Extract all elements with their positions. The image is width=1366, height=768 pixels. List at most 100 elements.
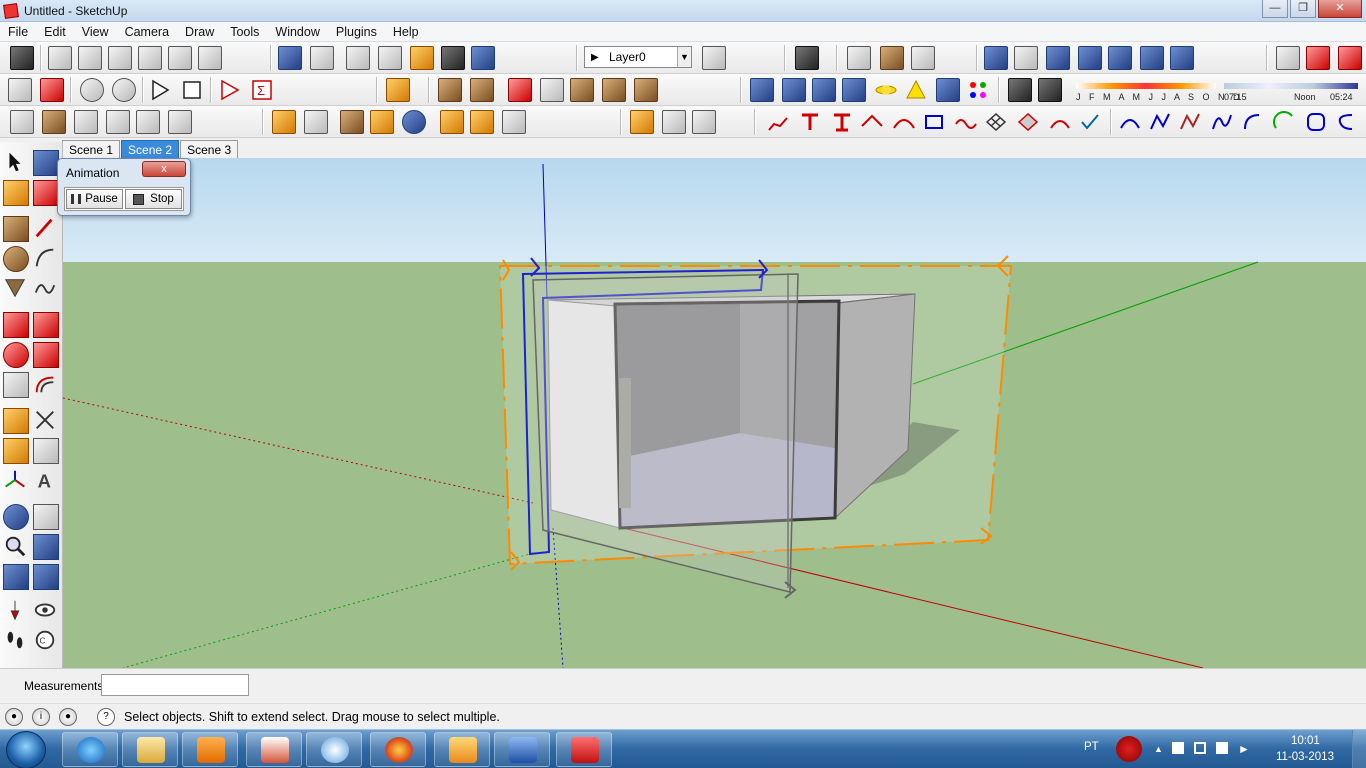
menu-help[interactable]: Help	[385, 25, 427, 39]
light-bulb-icon[interactable]	[842, 78, 866, 102]
stop-icon[interactable]	[180, 78, 204, 102]
taskbar-file-explorer[interactable]	[122, 732, 178, 767]
rotate-icon[interactable]	[3, 342, 29, 368]
delete-icon[interactable]	[40, 78, 64, 102]
stamp-icon[interactable]	[540, 78, 564, 102]
smoove-icon[interactable]	[508, 78, 532, 102]
sandbox-scratch-icon[interactable]	[470, 78, 494, 102]
taskbar-outlook[interactable]	[434, 732, 490, 767]
cone-icon[interactable]	[904, 78, 928, 102]
position-camera-icon[interactable]	[911, 46, 935, 70]
beam-i-icon[interactable]	[830, 110, 854, 134]
house-right-icon[interactable]	[106, 110, 130, 134]
minimize-button[interactable]: —	[1262, 0, 1288, 18]
bezier-icon[interactable]	[1178, 110, 1202, 134]
orbit-tool-icon[interactable]	[3, 504, 29, 530]
erase-icon[interactable]	[138, 46, 162, 70]
protractor-icon[interactable]	[3, 438, 29, 464]
follow-me-icon[interactable]	[880, 46, 904, 70]
taskbar-word[interactable]	[494, 732, 550, 767]
record-icon[interactable]	[218, 78, 242, 102]
get-models-icon[interactable]	[340, 110, 364, 134]
tab-scene-1[interactable]: Scene 1	[62, 140, 121, 158]
axes-icon[interactable]	[3, 468, 29, 494]
materials-icon[interactable]	[936, 78, 960, 102]
action-center-alert-icon[interactable]	[1116, 736, 1142, 762]
fog-icon[interactable]	[1038, 78, 1062, 102]
tray-expand-icon[interactable]: ▲	[1154, 744, 1163, 754]
add-detail-icon[interactable]	[602, 78, 626, 102]
menu-tools[interactable]: Tools	[222, 25, 267, 39]
credits-icon[interactable]: i	[32, 708, 50, 726]
taskbar-firefox[interactable]	[370, 732, 426, 767]
position-camera-tool-icon[interactable]	[3, 598, 29, 624]
arc-icon[interactable]	[1118, 110, 1142, 134]
device-icon[interactable]	[1194, 742, 1206, 754]
tools-check-icon[interactable]	[1078, 110, 1102, 134]
film-yellow-icon[interactable]	[782, 78, 806, 102]
new-file-icon[interactable]	[8, 78, 32, 102]
play-icon[interactable]	[148, 78, 172, 102]
pause-button[interactable]: Pause	[66, 189, 123, 209]
model-viewport[interactable]	[63, 158, 1366, 668]
help-question-icon[interactable]: ?	[97, 708, 115, 726]
layer-dropdown[interactable]: ▶ Layer0 ▼	[584, 46, 692, 68]
show-desktop-button[interactable]	[1352, 730, 1366, 768]
saturn-icon[interactable]	[874, 78, 898, 102]
offset-icon[interactable]	[33, 372, 59, 398]
smiley-icon[interactable]	[112, 78, 136, 102]
previous-view-icon[interactable]	[1108, 46, 1132, 70]
flag-icon[interactable]	[1172, 742, 1184, 754]
next-view-icon[interactable]	[1140, 46, 1164, 70]
zoom-extents-icon[interactable]	[1170, 46, 1194, 70]
freehand-icon[interactable]	[33, 276, 59, 302]
right-view-icon[interactable]	[1338, 46, 1362, 70]
beam-t-icon[interactable]	[798, 110, 822, 134]
make-component-tool-icon[interactable]	[33, 150, 59, 176]
pan-tool-icon[interactable]	[33, 504, 59, 530]
get-component-icon[interactable]	[440, 110, 464, 134]
tape-measure-icon[interactable]	[3, 408, 29, 434]
taskbar-media-player[interactable]	[182, 732, 238, 767]
clock-date[interactable]: 11-03-2013	[1276, 751, 1334, 763]
menu-edit[interactable]: Edit	[36, 25, 74, 39]
taskbar-hp[interactable]	[306, 732, 362, 767]
geo-location-icon[interactable]: ●	[5, 708, 23, 726]
grid-surface-icon[interactable]	[984, 110, 1008, 134]
push-pull-icon[interactable]	[33, 312, 59, 338]
maximize-button[interactable]: ❐	[1290, 0, 1316, 18]
compass-icon[interactable]	[1276, 46, 1300, 70]
zoom-tool-icon[interactable]	[3, 534, 29, 560]
front-view-icon[interactable]	[1306, 46, 1330, 70]
language-indicator[interactable]: PT	[1084, 741, 1099, 753]
roof-icon[interactable]	[860, 110, 884, 134]
network-icon[interactable]	[1216, 742, 1228, 754]
chevron-down-icon[interactable]: ▼	[677, 47, 691, 67]
layer-manager-icon[interactable]	[702, 46, 726, 70]
film-strip-icon[interactable]	[812, 78, 836, 102]
previous-tool-icon[interactable]	[3, 564, 29, 590]
taskbar-sketchup[interactable]	[556, 732, 612, 767]
undo-icon[interactable]	[168, 46, 192, 70]
section-plane-tool-icon[interactable]: C	[33, 628, 59, 654]
paint-bucket-icon[interactable]	[3, 180, 29, 206]
xray-icon[interactable]	[278, 46, 302, 70]
pencil-icon[interactable]	[386, 78, 410, 102]
rounded-rect-icon[interactable]	[1304, 110, 1328, 134]
share-model-icon[interactable]	[370, 110, 394, 134]
copy-icon[interactable]	[78, 46, 102, 70]
flip-edge-icon[interactable]	[634, 78, 658, 102]
cubic-bezier-icon[interactable]	[1240, 110, 1264, 134]
volume-icon[interactable]: ►	[1238, 742, 1250, 756]
circle-arc-icon[interactable]	[1272, 110, 1296, 134]
wave-surface-icon[interactable]	[954, 110, 978, 134]
curve-c-icon[interactable]	[1334, 110, 1358, 134]
hidden-line-icon[interactable]	[378, 46, 402, 70]
monochrome-icon[interactable]	[471, 46, 495, 70]
paste-icon[interactable]	[108, 46, 132, 70]
clock-time[interactable]: 10:01	[1291, 735, 1320, 747]
add-location-icon[interactable]	[272, 110, 296, 134]
circle-tool-icon[interactable]	[3, 246, 29, 272]
pan-icon[interactable]	[1014, 46, 1038, 70]
drape-icon[interactable]	[570, 78, 594, 102]
